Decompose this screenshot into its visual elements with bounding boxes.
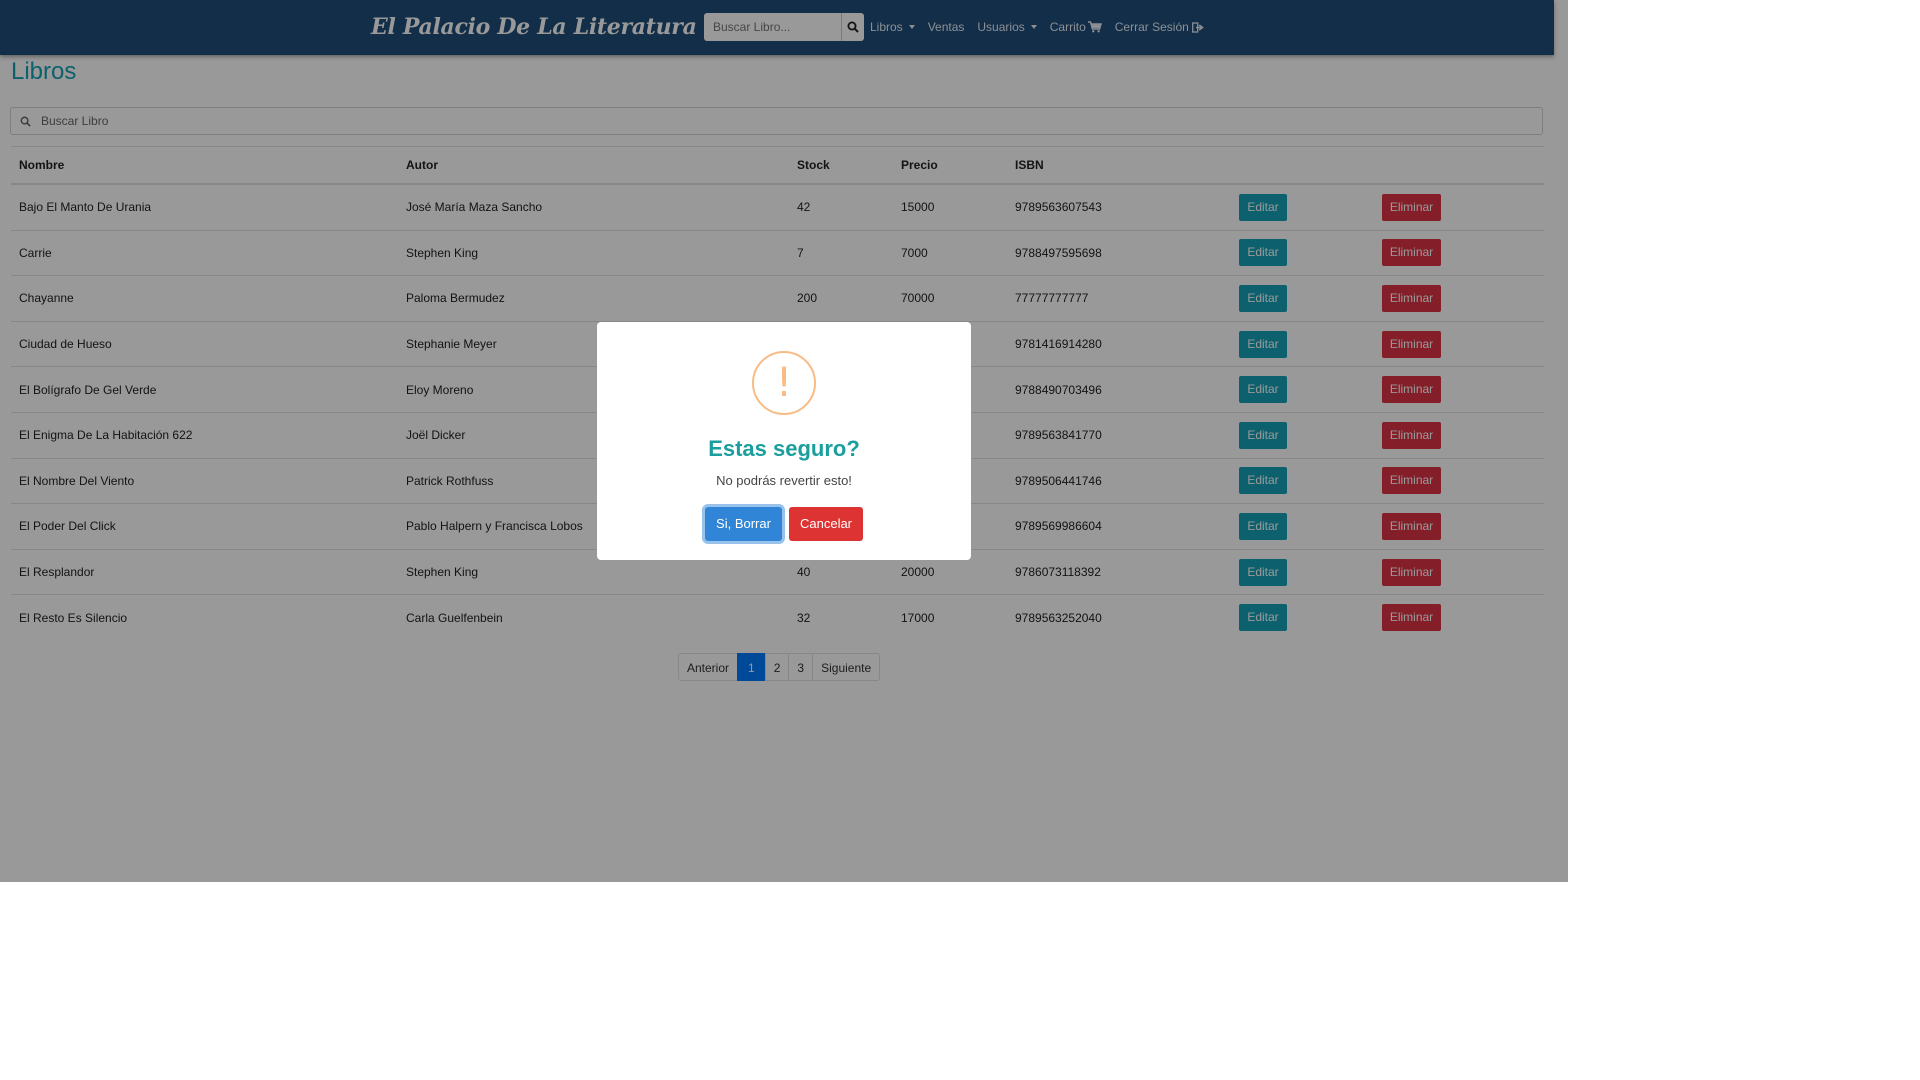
warning-icon: ! (752, 351, 816, 415)
cancel-button[interactable]: Cancelar (789, 507, 863, 541)
confirm-delete-button[interactable]: Si, Borrar (705, 507, 782, 541)
confirm-dialog: ! Estas seguro? No podrás revertir esto!… (597, 322, 971, 560)
warning-icon-glyph: ! (775, 360, 793, 406)
dialog-title: Estas seguro? (708, 436, 860, 461)
dialog-text: No podrás revertir esto! (716, 473, 852, 488)
